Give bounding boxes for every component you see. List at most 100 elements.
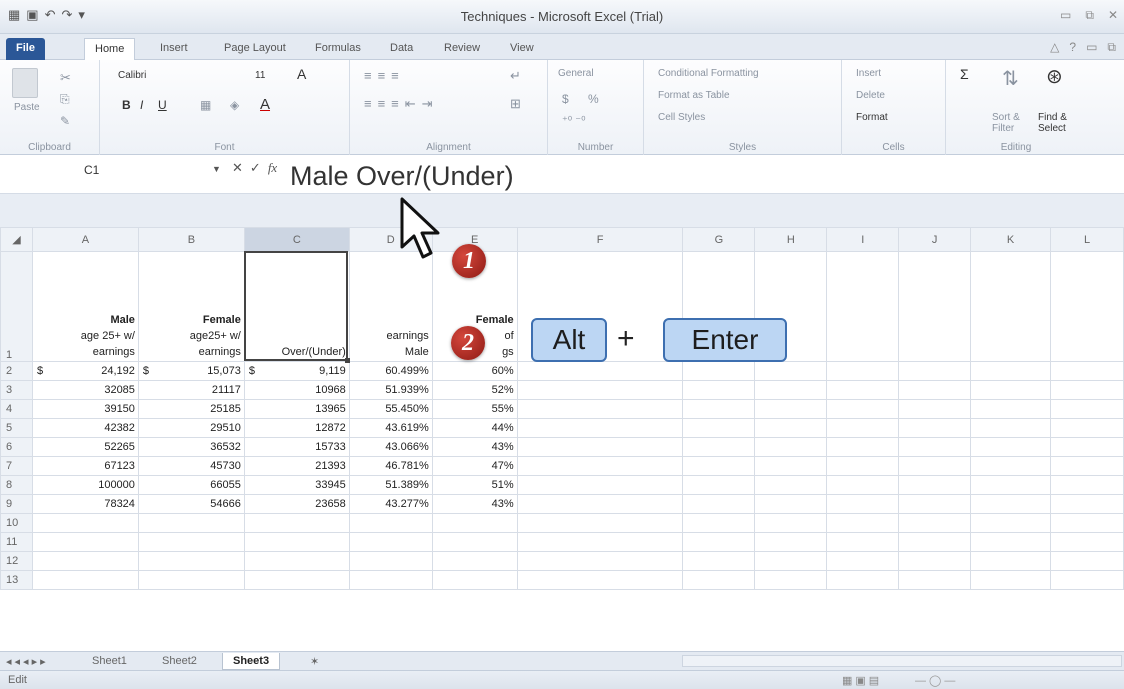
cut-icon[interactable]: ✂ xyxy=(60,70,71,86)
cell[interactable] xyxy=(1050,251,1124,362)
cell[interactable] xyxy=(682,532,756,552)
grow-font-button[interactable]: A xyxy=(297,66,306,82)
insert-sheet-icon[interactable]: ✶ xyxy=(300,653,329,670)
cell[interactable] xyxy=(826,494,900,514)
cell[interactable] xyxy=(970,380,1052,400)
cell[interactable] xyxy=(243,513,350,533)
binoculars-icon[interactable]: ⊛ xyxy=(1046,64,1063,89)
name-box-dropdown-icon[interactable]: ▼ xyxy=(212,164,221,174)
cell[interactable] xyxy=(31,513,139,533)
cell[interactable] xyxy=(516,570,684,590)
cell[interactable] xyxy=(1050,380,1124,400)
column-header[interactable]: L xyxy=(1050,227,1124,252)
cell[interactable] xyxy=(516,437,684,457)
cell[interactable] xyxy=(682,494,756,514)
percent-button[interactable]: % xyxy=(588,92,599,106)
cell[interactable] xyxy=(516,418,684,438)
worksheet-table[interactable]: ◢ A B C D E F G H I J K L 1 Male age 25+ … xyxy=(0,227,1124,590)
cell[interactable] xyxy=(970,437,1052,457)
cell[interactable] xyxy=(682,475,756,495)
tab-review[interactable]: Review xyxy=(434,38,490,60)
cell[interactable] xyxy=(754,399,828,419)
tab-view[interactable]: View xyxy=(500,38,544,60)
close-workbook-icon[interactable]: ⧉ xyxy=(1107,40,1116,55)
sheet-nav-arrows[interactable]: ◂◂◂▸▸ xyxy=(6,655,49,668)
column-header[interactable]: A xyxy=(31,227,139,252)
cell[interactable] xyxy=(682,361,756,381)
font-size-select[interactable]: 11 xyxy=(255,70,265,81)
cell-e[interactable]: 52% xyxy=(431,380,518,400)
tab-page-layout[interactable]: Page Layout xyxy=(214,38,296,60)
cell[interactable] xyxy=(826,456,900,476)
cell[interactable] xyxy=(826,475,900,495)
cell[interactable] xyxy=(1050,532,1124,552)
cell[interactable] xyxy=(682,399,756,419)
cell[interactable] xyxy=(137,513,245,533)
cell[interactable] xyxy=(754,361,828,381)
cell-c1[interactable]: Over/(Under) xyxy=(243,251,350,362)
cell[interactable] xyxy=(31,570,139,590)
cell[interactable] xyxy=(682,570,756,590)
cell[interactable] xyxy=(682,456,756,476)
minimize-ribbon-icon[interactable]: △ xyxy=(1050,40,1059,55)
vertical-align-icons[interactable]: ≡≡≡ xyxy=(364,68,405,83)
cell[interactable] xyxy=(1050,494,1124,514)
restore-workbook-icon[interactable]: ▭ xyxy=(1086,40,1097,55)
cell[interactable] xyxy=(970,475,1052,495)
cell[interactable] xyxy=(826,251,900,362)
view-buttons[interactable]: ▦▣▤ xyxy=(842,674,882,687)
cell-e[interactable]: 43% xyxy=(431,437,518,457)
cell-b[interactable]: 29510 xyxy=(137,418,245,438)
bold-button[interactable]: B xyxy=(122,98,131,112)
cell[interactable] xyxy=(1050,475,1124,495)
cell[interactable] xyxy=(31,551,139,571)
row-header[interactable]: 11 xyxy=(0,532,33,552)
sheet-tab-sheet1[interactable]: Sheet1 xyxy=(82,653,137,670)
enter-icon[interactable]: ✓ xyxy=(250,160,261,176)
cell-a[interactable]: 42382 xyxy=(31,418,139,438)
cell-c[interactable]: $9,119 xyxy=(243,361,350,381)
sort-filter-button[interactable]: Sort & Filter xyxy=(992,112,1034,134)
cell[interactable] xyxy=(898,551,972,571)
cell[interactable] xyxy=(898,437,972,457)
delete-cells-button[interactable]: Delete xyxy=(856,90,885,101)
tab-home[interactable]: Home xyxy=(84,38,136,60)
cell[interactable] xyxy=(348,532,433,552)
number-format-select[interactable]: General xyxy=(558,68,594,79)
cell-b[interactable]: 21117 xyxy=(137,380,245,400)
cell[interactable] xyxy=(826,570,900,590)
cell[interactable] xyxy=(243,570,350,590)
cell[interactable] xyxy=(754,494,828,514)
cell[interactable] xyxy=(682,380,756,400)
cell[interactable] xyxy=(682,551,756,571)
column-header[interactable]: I xyxy=(826,227,900,252)
cell[interactable] xyxy=(754,570,828,590)
cell-d[interactable]: 51.939% xyxy=(348,380,433,400)
cell[interactable] xyxy=(348,551,433,571)
decimal-icons[interactable]: ⁺⁰ ⁻⁰ xyxy=(562,114,586,127)
row-header[interactable]: 4 xyxy=(0,399,33,419)
cell-c[interactable]: 23658 xyxy=(243,494,350,514)
cell-b[interactable]: 54666 xyxy=(137,494,245,514)
paste-label[interactable]: Paste xyxy=(14,102,40,113)
cell[interactable] xyxy=(1050,551,1124,571)
insert-cells-button[interactable]: Insert xyxy=(856,68,881,79)
zoom-slider[interactable]: — ◯ — xyxy=(915,674,955,687)
row-header[interactable]: 2 xyxy=(0,361,33,381)
cell[interactable] xyxy=(516,513,684,533)
row-header[interactable]: 13 xyxy=(0,570,33,590)
cell-c[interactable]: 12872 xyxy=(243,418,350,438)
cell[interactable] xyxy=(516,475,684,495)
cell-e[interactable]: 43% xyxy=(431,494,518,514)
cell[interactable] xyxy=(754,475,828,495)
cell[interactable] xyxy=(826,399,900,419)
cell-b[interactable]: 36532 xyxy=(137,437,245,457)
horizontal-align-icons[interactable]: ≡≡≡⇤⇥ xyxy=(364,96,439,112)
cell[interactable] xyxy=(1050,513,1124,533)
row-header[interactable]: 1 xyxy=(0,251,33,362)
name-box[interactable]: C1 xyxy=(4,159,234,181)
cell[interactable] xyxy=(970,456,1052,476)
cell[interactable] xyxy=(970,251,1052,362)
cell[interactable] xyxy=(137,570,245,590)
sheet-tab-sheet2[interactable]: Sheet2 xyxy=(152,653,207,670)
